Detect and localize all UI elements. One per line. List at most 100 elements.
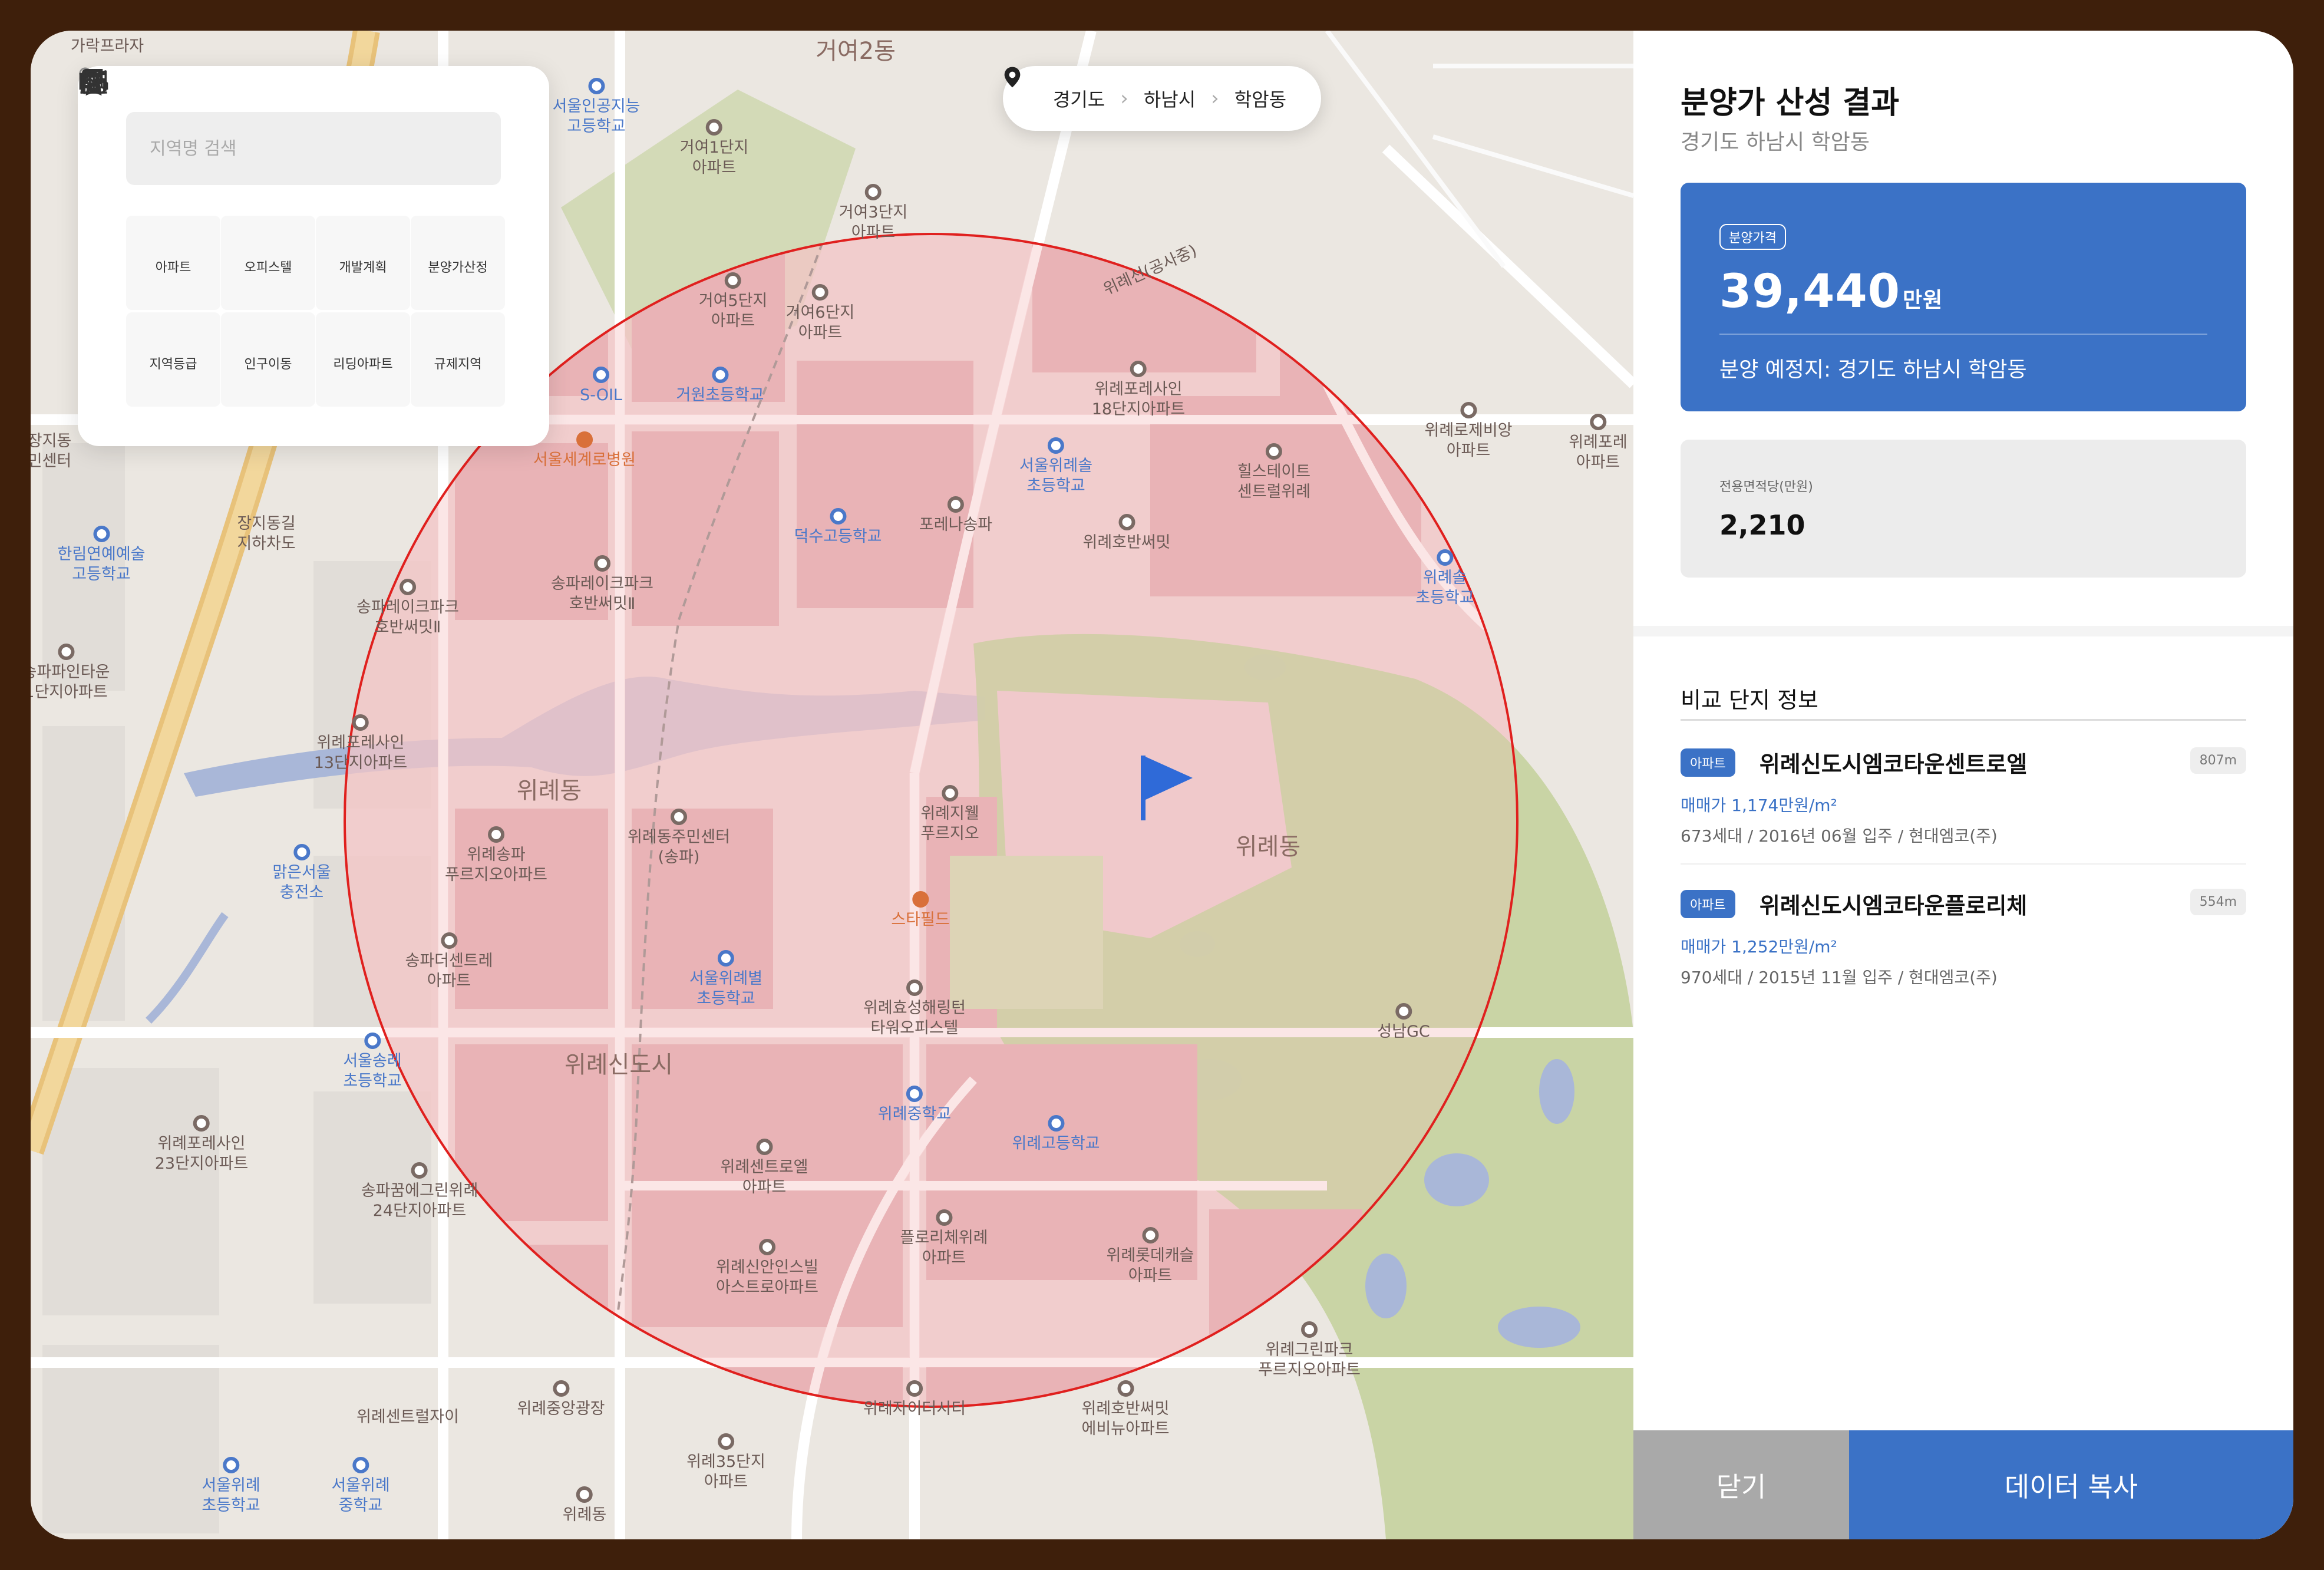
map-label-school[interactable]: 위례중학교 — [878, 1086, 951, 1124]
map-label-community-center[interactable]: 위례동주민센터 (송파) — [628, 809, 730, 868]
map-label-apartment[interactable]: 힐스테이트 센트럴위례 — [1237, 443, 1310, 502]
divider — [1681, 719, 2246, 721]
app-frame: 가락프라자 거여2동 서울인공지능 고등학교 거여1단지 아파트 거여3단지 아… — [31, 31, 2293, 1539]
map-label-apartment[interactable]: 위례자이더시티 — [863, 1380, 966, 1419]
map-label-hospital[interactable]: 서울세계로병원 — [533, 431, 636, 470]
location-breadcrumb: 경기도 › 하남시 › 학암동 — [1003, 66, 1321, 131]
map-label-district: 위례동 — [516, 777, 582, 804]
category-regulation-button[interactable]: 규제지역 — [83, 70, 505, 407]
price-unit: 만원 — [1903, 288, 1943, 312]
map-label-apartment[interactable]: 거여5단지 아파트 — [699, 272, 767, 331]
search-box[interactable] — [79, 67, 501, 185]
flag-icon — [83, 70, 103, 94]
section-divider — [1633, 626, 2293, 636]
close-button[interactable]: 닫기 — [1633, 1430, 1849, 1539]
map-label-apartment[interactable]: 위례송파 푸르지오아파트 — [445, 826, 547, 885]
chevron-right-icon: › — [1120, 87, 1128, 110]
map-label-apartment[interactable]: 위례센트로엘 아파트 — [720, 1139, 808, 1198]
category-grid: 아파트 오피스텔 개발계획 분양가산정 지역등급 인구이동 리딩아파트 규제지역 — [79, 68, 505, 407]
breadcrumb-province[interactable]: 경기도 — [1053, 85, 1105, 112]
map-label-apartment[interactable]: 위례로제비앙 아파트 — [1424, 402, 1513, 461]
unit-price-card: 전용면적당(만원) 2,210 — [1681, 440, 2246, 578]
unit-price-value: 2,210 — [1719, 509, 1805, 541]
map-label-apartment: 위례센트럴자이 — [356, 1408, 459, 1426]
map-label-apartment[interactable]: 위례호반써밋 에비뉴아파트 — [1081, 1380, 1170, 1439]
unit-price-label: 전용면적당(만원) — [1719, 480, 1813, 494]
map-label-district: 위례신도시 — [565, 1051, 673, 1078]
category-leading-apartment-button[interactable]: 리딩아파트 — [84, 68, 410, 407]
map-label-school[interactable]: 서울위례 초등학교 — [202, 1457, 260, 1516]
map-label-school[interactable]: 서울송례 초등학교 — [343, 1033, 402, 1091]
map-label-district: 위례동 — [1235, 833, 1301, 860]
map-label-apartment[interactable]: 송파레이크파크 호반써밋Ⅱ — [551, 555, 653, 614]
map-label: 장지동 민센터 — [31, 432, 72, 470]
map-label-apartment[interactable]: 거여6단지 아파트 — [786, 284, 854, 343]
chevron-right-icon: › — [1211, 87, 1219, 110]
complex-distance: 554m — [2190, 889, 2246, 915]
map-label-school[interactable]: 위례솔 초등학교 — [1415, 549, 1474, 608]
complex-item[interactable]: 아파트 위례신도시엠코타운플로리체 554m 매매가 1,252만원/m² 97… — [1681, 888, 2246, 988]
search-input[interactable] — [150, 138, 444, 159]
map-label-charging-station[interactable]: 맑은서울 충전소 — [272, 844, 331, 903]
complex-price: 매매가 1,174만원/m² — [1681, 796, 1837, 815]
category-officetel-button[interactable]: 오피스텔 — [80, 70, 315, 310]
map-label-officetel[interactable]: 위례효성해링턴 타워오피스텔 — [863, 979, 966, 1038]
map-label-apartment[interactable]: 위례신안인스빌 아스트로아파트 — [716, 1239, 818, 1298]
map-label-apartment[interactable]: 위례그린파크 푸르지오아파트 — [1258, 1321, 1361, 1380]
map-label-apartment[interactable]: 거여3단지 아파트 — [839, 184, 907, 243]
result-panel: 분양가 산성 결과 경기도 하남시 학암동 분양가격 39,440 만원 분양 예… — [1633, 31, 2293, 1539]
map-label-school[interactable]: 한림연예예술 고등학교 — [57, 526, 146, 585]
complex-name: 위례신도시엠코타운플로리체 — [1759, 893, 2028, 919]
map-label-apartment[interactable]: 송파파인타운 1단지아파트 — [31, 644, 110, 702]
map-label-apartment[interactable]: 위례호반써밋 — [1082, 514, 1171, 553]
map-label-apartment[interactable]: 위례지웰 푸르지오 — [920, 785, 979, 844]
category-population-button[interactable]: 인구이동 — [79, 72, 315, 407]
map-label-school[interactable]: 서울위례솔 초등학교 — [1019, 437, 1092, 496]
map-label-apartment[interactable]: 플로리체위례 아파트 — [900, 1209, 988, 1268]
map-label-golf-club[interactable]: 성남GC — [1377, 1003, 1430, 1042]
map-view[interactable]: 가락프라자 거여2동 서울인공지능 고등학교 거여1단지 아파트 거여3단지 아… — [31, 31, 1633, 1539]
map-label: 가락프라자 — [70, 37, 144, 55]
map-label-apartment[interactable]: 위례포레사인 18단지아파트 — [1092, 361, 1185, 420]
map-label-school[interactable]: 덕수고등학교 — [794, 508, 882, 547]
map-label-apartment[interactable]: 위례롯데캐슬 아파트 — [1106, 1227, 1194, 1286]
breadcrumb-dong[interactable]: 학암동 — [1234, 85, 1286, 112]
copy-data-button[interactable]: 데이터 복사 — [1849, 1430, 2293, 1539]
map-label-apartment[interactable]: 송파레이크파크 호반써밋Ⅱ — [356, 579, 459, 638]
complex-item[interactable]: 아파트 위례신도시엠코타운센트로엘 807m 매매가 1,174만원/m² 67… — [1681, 746, 2246, 847]
map-label-apartment[interactable]: 포레나송파 — [919, 496, 992, 535]
map-label-tunnel: 장지동길 지하차도 — [237, 514, 296, 553]
map-label-school[interactable]: 서울위례 중학교 — [331, 1457, 390, 1516]
map-label-plaza[interactable]: 위례중앙광장 — [517, 1380, 605, 1419]
map-label-district: 거여2동 — [816, 38, 896, 65]
category-development-button[interactable]: 개발계획 — [81, 70, 410, 310]
complex-name: 위례신도시엠코타운센트로엘 — [1759, 751, 2028, 777]
map-label-school[interactable]: 위례고등학교 — [1012, 1115, 1100, 1154]
map-label[interactable]: 위례동 — [563, 1486, 606, 1525]
map-label-school[interactable]: 서울위례별 초등학교 — [689, 950, 762, 1009]
category-presale-button[interactable]: 분양가산정 — [80, 68, 505, 310]
map-label-apartment[interactable]: 위례포레사인 13단지아파트 — [314, 714, 407, 773]
map-label-school[interactable]: 거원초등학교 — [676, 367, 764, 405]
divider — [1681, 863, 2246, 865]
map-label-apartment[interactable]: 위례35단지 아파트 — [686, 1433, 765, 1492]
map-label-shopping-mall[interactable]: 스타필드 — [891, 891, 950, 930]
price-badge: 분양가격 — [1719, 224, 1786, 250]
panel-title: 분양가 산성 결과 — [1681, 85, 1900, 121]
panel-subtitle: 경기도 하남시 학암동 — [1681, 130, 1870, 154]
map-label-apartment[interactable]: 위례포레사인 23단지아파트 — [155, 1115, 248, 1174]
map-label-apartment[interactable]: 송파더센트레 아파트 — [405, 932, 493, 991]
category-apartment-button[interactable]: 아파트 — [82, 70, 220, 310]
map-label-gas-station[interactable]: S-OIL — [580, 367, 622, 405]
map-label-school[interactable]: 서울인공지능 고등학교 — [552, 78, 641, 137]
price-location: 분양 예정지: 경기도 하남시 학암동 — [1719, 358, 2027, 382]
divider — [1719, 334, 2207, 335]
map-label-apartment[interactable]: 위례포레 아파트 — [1569, 414, 1628, 473]
search-panel: 아파트 오피스텔 개발계획 분양가산정 지역등급 — [78, 66, 549, 446]
complex-type-tag: 아파트 — [1681, 748, 1735, 777]
category-region-grade-button[interactable]: 지역등급 — [80, 70, 220, 407]
map-label-apartment[interactable]: 거여1단지 아파트 — [680, 119, 748, 178]
map-label-apartment[interactable]: 송파꿈에그린위례 24단지아파트 — [361, 1162, 478, 1221]
complex-info: 970세대 / 2015년 11월 입주 / 현대엠코(주) — [1681, 968, 1998, 987]
breadcrumb-city[interactable]: 하남시 — [1144, 85, 1196, 112]
